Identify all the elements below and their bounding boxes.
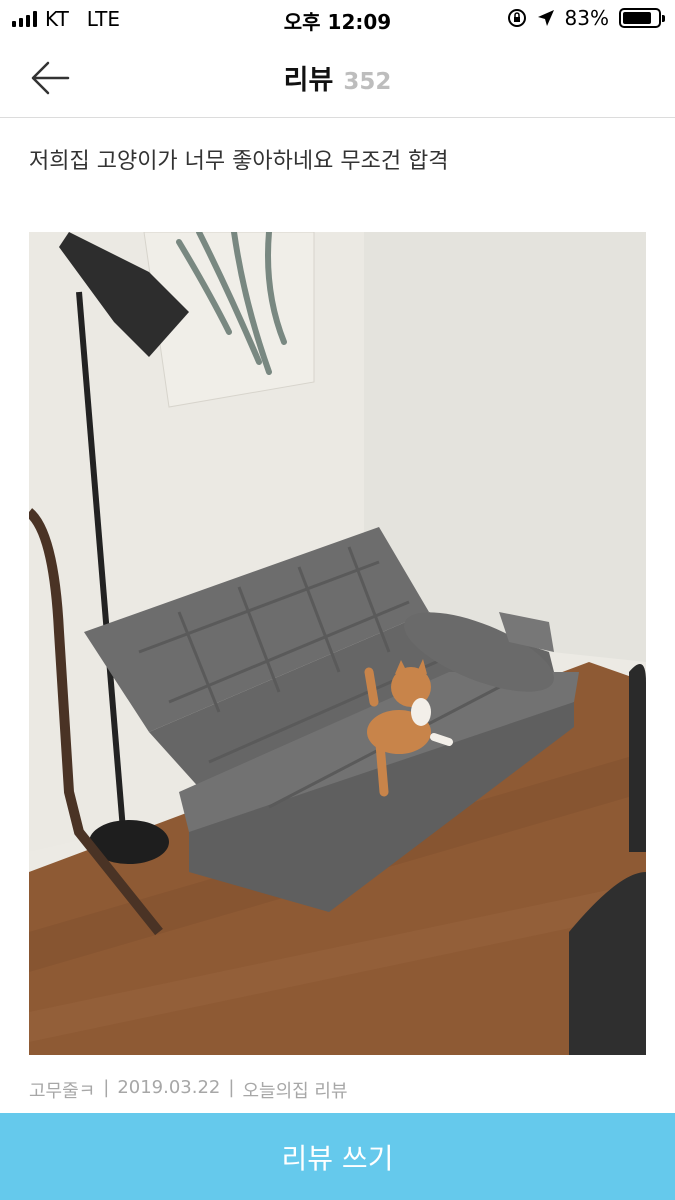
photo-illustration xyxy=(29,232,646,1055)
page-title: 리뷰 352 xyxy=(0,58,675,97)
review-text: 저희집 고양이가 너무 좋아하네요 무조건 합격 xyxy=(29,149,449,174)
status-bar: KT LTE 오후 12:09 83% xyxy=(0,0,675,38)
author-name: 고무줄ㅋ xyxy=(29,1081,96,1102)
meta-separator: | xyxy=(228,1077,235,1098)
title-text: 리뷰 xyxy=(283,65,334,96)
review-source: 오늘의집 리뷰 xyxy=(242,1081,348,1102)
battery-fill xyxy=(623,12,652,24)
header: 리뷰 352 xyxy=(0,38,675,118)
battery-icon xyxy=(619,8,665,28)
review-count: 352 xyxy=(343,69,392,95)
review-photo[interactable] xyxy=(29,232,646,1055)
status-right: 83% xyxy=(507,6,665,30)
orientation-lock-icon xyxy=(507,9,526,27)
meta-separator: | xyxy=(103,1077,110,1098)
review-meta: 고무줄ㅋ | 2019.03.22 | 오늘의집 리뷰 xyxy=(29,1077,348,1103)
write-review-button[interactable]: 리뷰 쓰기 xyxy=(0,1113,675,1200)
review-date: 2019.03.22 xyxy=(117,1077,221,1098)
battery-percent: 83% xyxy=(564,6,609,30)
location-arrow-icon xyxy=(537,10,554,26)
